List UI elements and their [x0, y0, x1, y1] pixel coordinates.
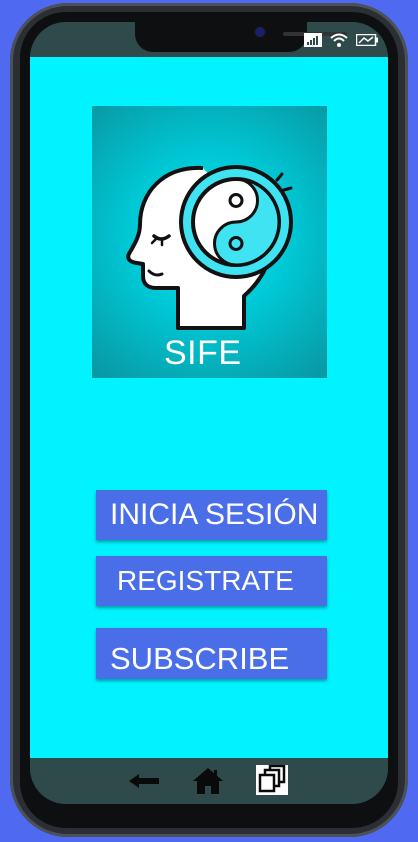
subscribe-button-label: SUBSCRIBE — [110, 641, 290, 676]
front-camera — [255, 27, 265, 37]
subscribe-button[interactable]: SUBSCRIBE — [96, 628, 327, 679]
login-button[interactable]: INICIA SESIÓN — [96, 490, 327, 540]
meditation-head-icon — [126, 165, 293, 330]
signal-icon — [304, 33, 322, 47]
status-icons — [304, 33, 378, 47]
app-logo-title: SIFE — [164, 334, 242, 372]
wifi-icon — [330, 33, 348, 47]
app-content: SIFE INICIA SESIÓN REGISTRATE SUBSCRIBE — [30, 57, 388, 758]
login-button-label: INICIA SESIÓN — [110, 498, 319, 531]
battery-icon — [356, 34, 378, 46]
app-logo: SIFE — [92, 106, 327, 378]
navigation-bar — [30, 758, 388, 804]
phone-screen: SIFE INICIA SESIÓN REGISTRATE SUBSCRIBE — [30, 22, 388, 804]
register-button-label: REGISTRATE — [117, 565, 294, 596]
back-arrow-icon[interactable] — [127, 771, 161, 791]
status-bar — [30, 22, 388, 57]
home-icon[interactable] — [192, 767, 224, 795]
notch — [135, 22, 347, 52]
recents-icon[interactable] — [256, 765, 288, 795]
register-button[interactable]: REGISTRATE — [96, 556, 327, 606]
